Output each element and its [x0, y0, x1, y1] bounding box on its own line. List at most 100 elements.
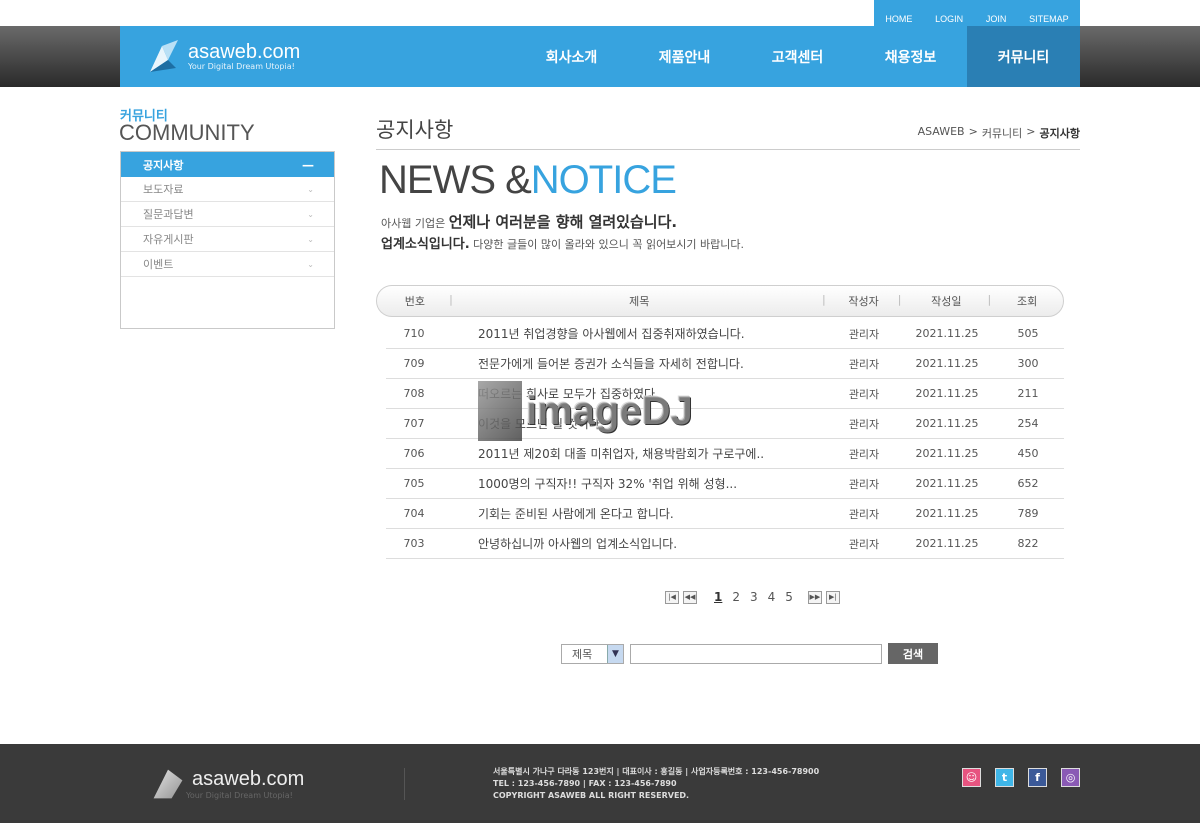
divider [376, 149, 1080, 150]
next-page-icon[interactable]: ▶▶ [807, 590, 822, 604]
intro-line-2: 업계소식입니다. 다양한 글들이 많이 올라와 있으니 꼭 읽어보시기 바랍니다… [381, 233, 744, 252]
search-button[interactable]: 검색 [888, 643, 938, 664]
intro-big: 언제나 여러분을 향해 열려있습니다. [448, 213, 678, 231]
footer-logo[interactable]: asaweb.com Your Digital Dream Utopia! [150, 766, 304, 802]
news-heading-a: NEWS & [379, 158, 532, 202]
row-views: 505 [1017, 327, 1039, 340]
row-views: 300 [1017, 357, 1039, 370]
table-row[interactable]: 705 1000명의 구직자!! 구직자 32% '취업 위해 성형... 관리자 2… [386, 469, 1064, 499]
pagination: |◀ ◀◀ 1 2 3 4 5 ▶▶ ▶| [665, 590, 840, 604]
row-date: 2021.11.25 [915, 507, 979, 520]
chevron-down-icon: ⌄ [307, 234, 314, 244]
footer-info: 서울특별시 가나구 다라동 123번지 | 대표이사 : 홍길동 | 사업자등록… [493, 766, 819, 802]
sidebar-menu: 공지사항 — 보도자료 ⌄ 질문과답변 ⌄ 자유게시판 ⌄ 이벤트 ⌄ [120, 151, 335, 329]
row-writer: 관리자 [848, 537, 880, 551]
col-title: 제목 [453, 293, 826, 309]
sns-links: ☺ t f ◎ [962, 768, 1080, 787]
chevron-down-icon: ⌄ [307, 184, 314, 194]
facebook-icon[interactable]: f [1028, 768, 1047, 787]
me2day-icon[interactable]: ◎ [1061, 768, 1080, 787]
sidebar-item-label: 질문과답변 [143, 208, 194, 221]
search-bar: 제목 ▼ 검색 [561, 643, 938, 664]
col-writer: 작성자 [826, 293, 902, 309]
footer-address: 서울특별시 가나구 다라동 123번지 | 대표이사 : 홍길동 | 사업자등록… [493, 767, 820, 776]
footer-logo-domain: .com [260, 768, 305, 790]
row-number: 704 [403, 507, 425, 520]
row-number: 707 [403, 417, 425, 430]
watermark: imageDJ [478, 378, 698, 444]
row-title[interactable]: 2011년 취업경향을 아사웹에서 집중취재하였습니다. [442, 325, 826, 342]
search-input[interactable] [630, 643, 882, 664]
page-link[interactable]: 3 [747, 590, 761, 604]
footer-copyright: COPYRIGHT ASAWEB ALL RIGHT RESERVED. [493, 791, 690, 800]
nav-company[interactable]: 회사소개 [515, 26, 628, 87]
search-field-select[interactable]: 제목 ▼ [561, 643, 624, 664]
row-date: 2021.11.25 [915, 447, 979, 460]
last-page-icon[interactable]: ▶| [825, 590, 840, 604]
intro-big: 업계소식입니다. [381, 237, 470, 252]
page-title: 공지사항 [376, 118, 454, 142]
sidebar-item-board[interactable]: 자유게시판 ⌄ [121, 227, 334, 252]
prev-page-icon[interactable]: ◀◀ [683, 590, 697, 604]
row-title[interactable]: 전문가에게 들어본 증권가 소식들을 자세히 전합니다. [442, 355, 826, 372]
table-header: 번호 제목 작성자 작성일 조회 [376, 285, 1064, 317]
row-title[interactable]: 1000명의 구직자!! 구직자 32% '취업 위해 성형... [442, 475, 826, 492]
footer-contact: TEL : 123-456-7890 | FAX : 123-456-7890 [493, 779, 677, 788]
breadcrumb-current: 공지사항 [1039, 127, 1080, 140]
row-title[interactable]: 안녕하십니까 아사웹의 업계소식입니다. [442, 535, 826, 552]
nav-community[interactable]: 커뮤니티 [967, 26, 1080, 87]
chevron-right-icon: > [1026, 125, 1036, 138]
row-views: 254 [1017, 417, 1039, 430]
intro-small: 아사웹 기업은 [381, 217, 449, 230]
footer-logo-name: asaweb [192, 768, 261, 790]
nav-careers[interactable]: 채용정보 [854, 26, 967, 87]
page-link[interactable]: 5 [782, 590, 796, 604]
page-link[interactable]: 4 [765, 590, 779, 604]
nav-support[interactable]: 고객센터 [741, 26, 854, 87]
intro-small: 다양한 글들이 많이 올라와 있으니 꼭 읽어보시기 바랍니다. [469, 238, 745, 251]
header: asaweb.com Your Digital Dream Utopia! 회사… [120, 26, 1080, 87]
util-login-link[interactable]: LOGIN [935, 14, 963, 24]
row-views: 822 [1017, 537, 1039, 550]
row-views: 652 [1017, 477, 1039, 490]
row-number: 709 [403, 357, 425, 370]
search-option: 제목 [572, 647, 593, 661]
watermark-text: imageDJ [526, 388, 693, 433]
watermark-cube-icon [478, 381, 522, 441]
row-title[interactable]: 2011년 제20회 대졸 미취업자, 채용박람회가 구로구에.. [442, 445, 826, 462]
page-link[interactable]: 2 [729, 590, 743, 604]
page-link[interactable]: 1 [711, 590, 725, 604]
breadcrumb-community[interactable]: 커뮤니티 [982, 125, 1022, 141]
twitter-icon[interactable]: t [995, 768, 1014, 787]
row-date: 2021.11.25 [915, 537, 979, 550]
site-logo[interactable]: asaweb.com Your Digital Dream Utopia! [146, 38, 300, 74]
row-number: 705 [403, 477, 425, 490]
table-row[interactable]: 709 전문가에게 들어본 증권가 소식들을 자세히 전합니다. 관리자 2021.1… [386, 349, 1064, 379]
util-home-link[interactable]: HOME [885, 14, 912, 24]
table-row[interactable]: 703 안녕하십니까 아사웹의 업계소식입니다. 관리자 2021.11.25 822 [386, 529, 1064, 559]
chevron-down-icon: ⌄ [307, 259, 314, 269]
sidebar-item-label: 보도자료 [143, 183, 184, 196]
table-row[interactable]: 710 2011년 취업경향을 아사웹에서 집중취재하였습니다. 관리자 2021.1… [386, 319, 1064, 349]
minus-icon: — [302, 157, 314, 172]
col-number: 번호 [377, 293, 453, 309]
logo-icon [153, 769, 183, 799]
news-heading-b: NOTICE [530, 158, 677, 202]
sidebar-item-press[interactable]: 보도자료 ⌄ [121, 177, 334, 202]
main-nav: 회사소개 제품안내 고객센터 채용정보 커뮤니티 [515, 26, 1080, 87]
table-row[interactable]: 704 기회는 준비된 사람에게 온다고 합니다. 관리자 2021.11.25 789 [386, 499, 1064, 529]
row-date: 2021.11.25 [915, 327, 979, 340]
row-title[interactable]: 기회는 준비된 사람에게 온다고 합니다. [442, 505, 826, 522]
sidebar-item-label: 이벤트 [143, 258, 174, 271]
breadcrumb-home[interactable]: ASAWEB [918, 125, 965, 141]
util-join-link[interactable]: JOIN [986, 14, 1007, 24]
col-date: 작성일 [901, 293, 991, 309]
row-date: 2021.11.25 [915, 417, 979, 430]
sidebar-item-event[interactable]: 이벤트 ⌄ [121, 252, 334, 277]
cyworld-icon[interactable]: ☺ [962, 768, 981, 787]
sidebar-item-notice[interactable]: 공지사항 — [121, 152, 334, 177]
nav-products[interactable]: 제품안내 [628, 26, 741, 87]
sidebar-item-qna[interactable]: 질문과답변 ⌄ [121, 202, 334, 227]
first-page-icon[interactable]: |◀ [665, 590, 679, 604]
util-sitemap-link[interactable]: SITEMAP [1029, 14, 1069, 24]
